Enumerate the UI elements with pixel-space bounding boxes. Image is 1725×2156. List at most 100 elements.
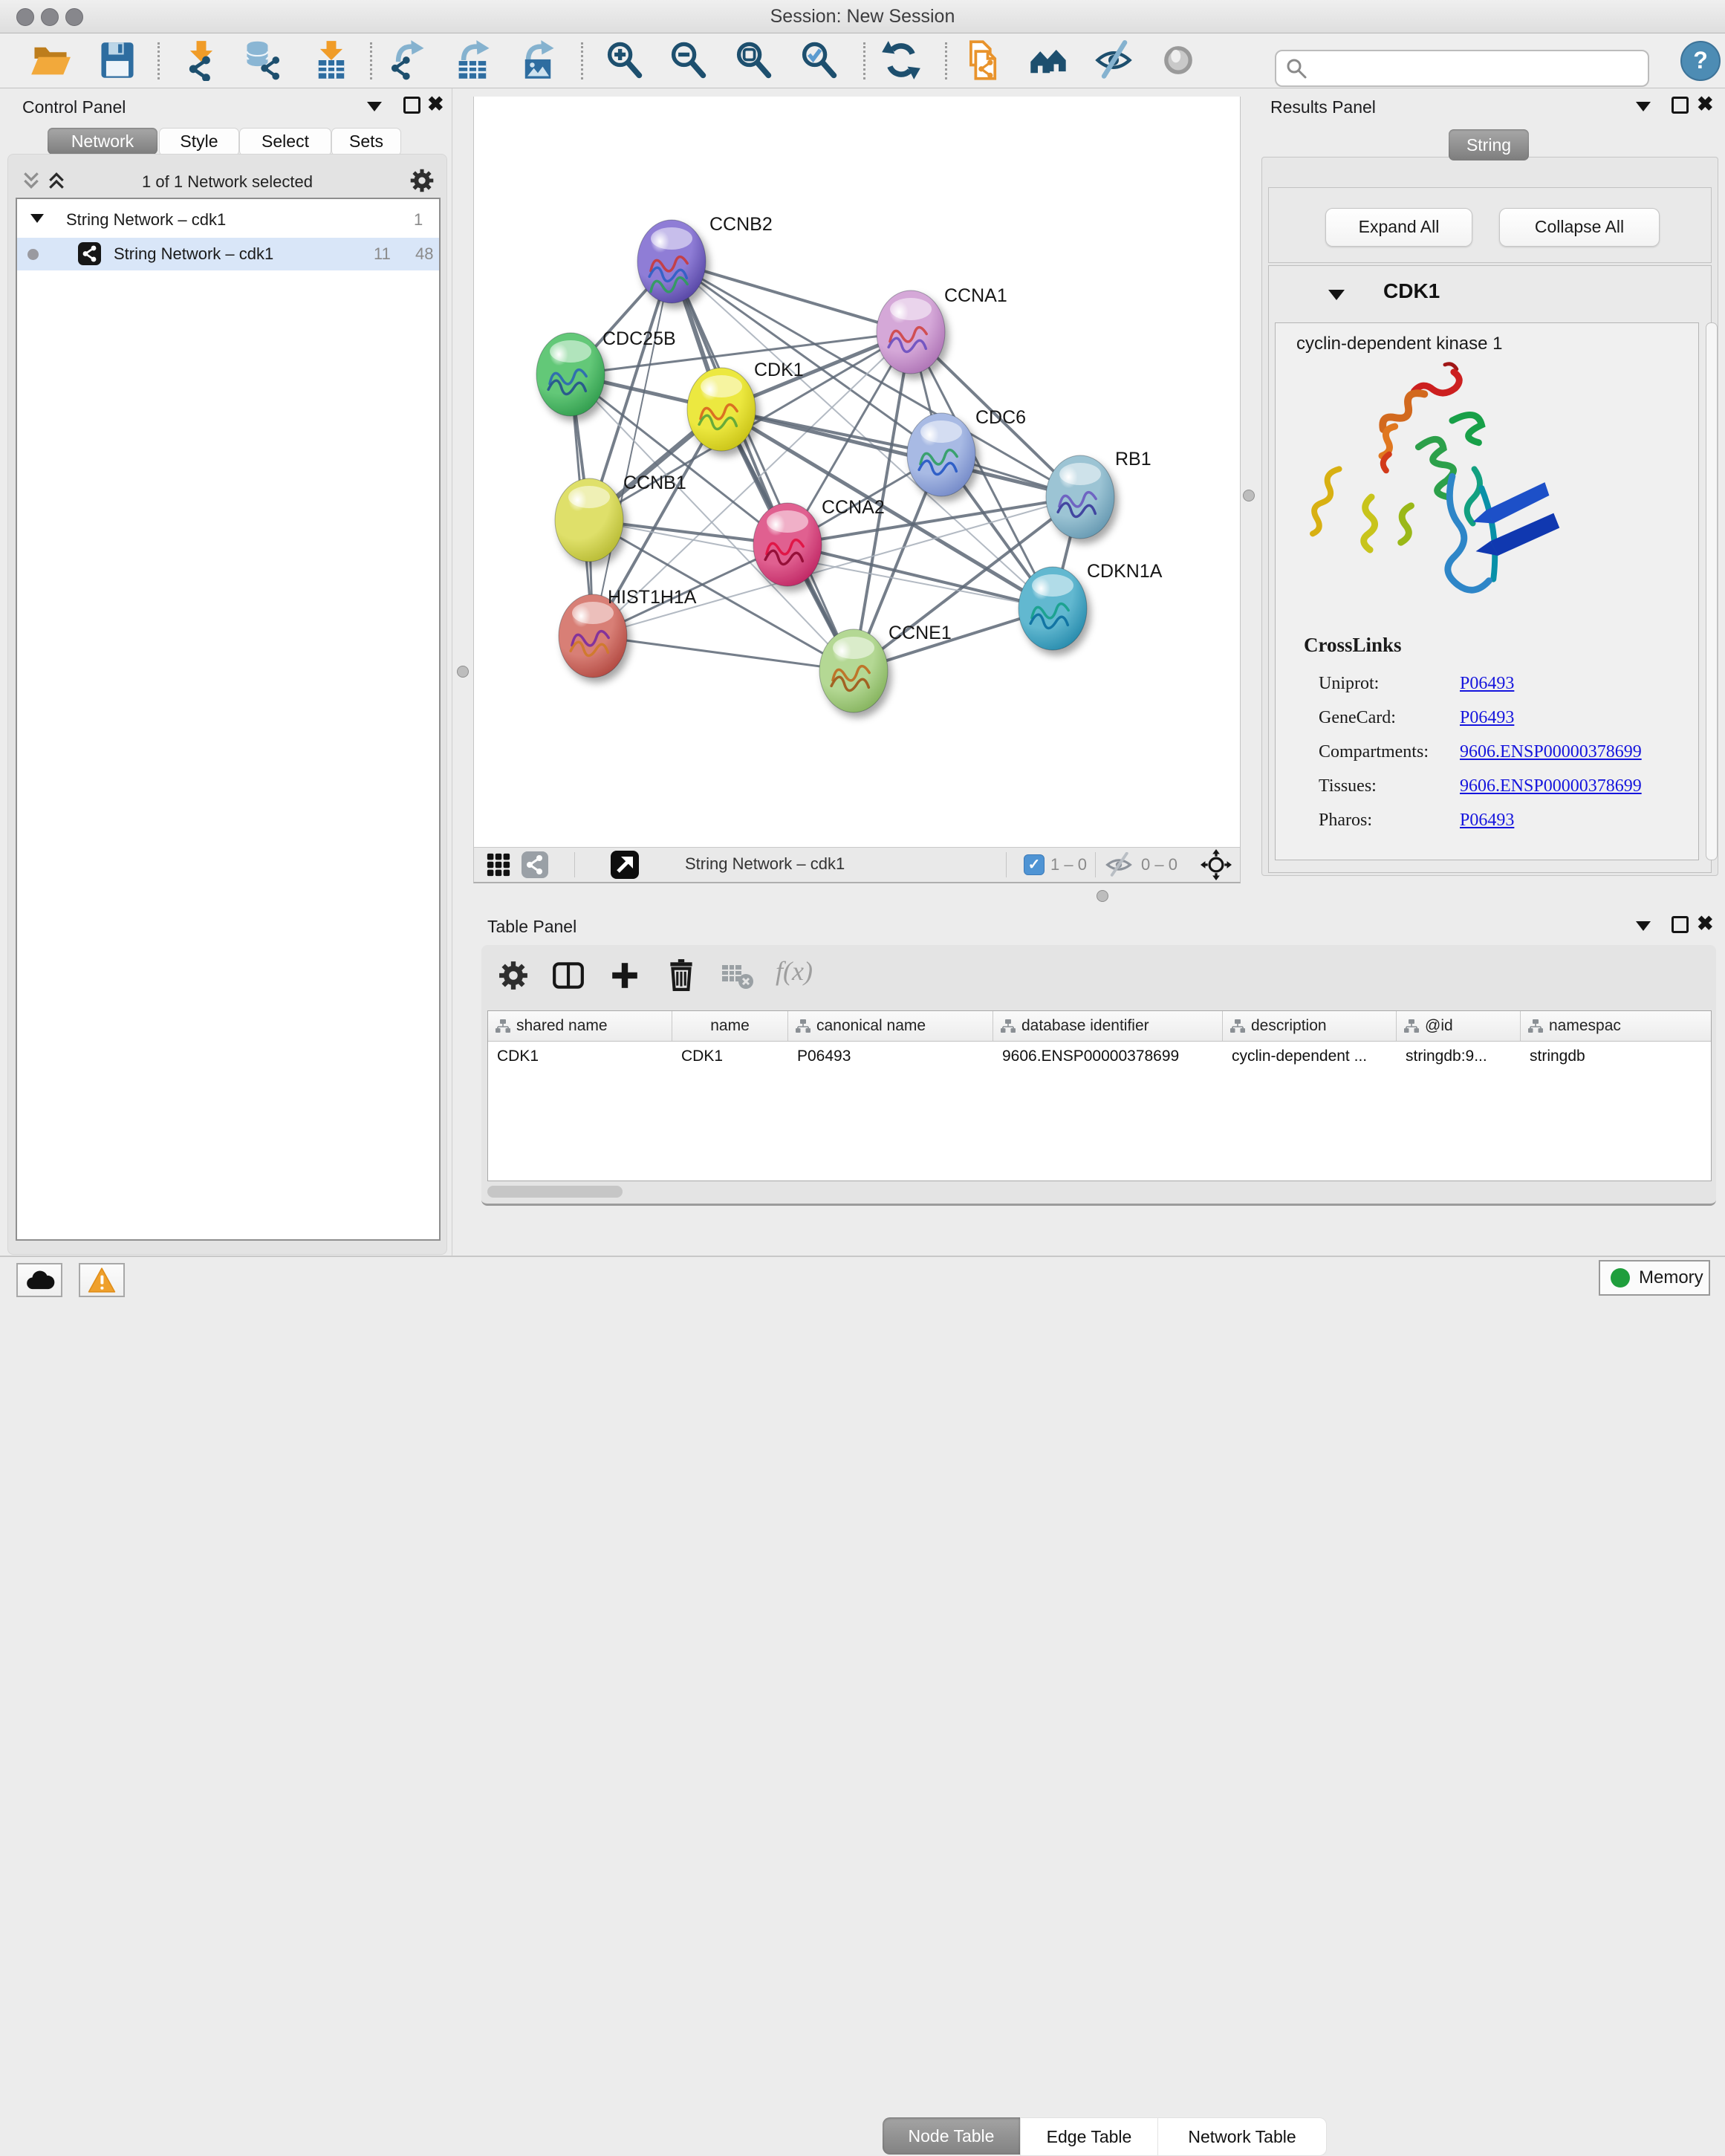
network-row-selected[interactable]: String Network – cdk1 11 48 [17, 238, 439, 270]
create-column-plus-icon[interactable] [609, 960, 640, 991]
export-image-icon[interactable] [517, 39, 559, 81]
crosslink-tissues-link[interactable]: 9606.ENSP00000378699 [1460, 776, 1642, 796]
network-edge-CCNB2-CCNA1[interactable] [672, 262, 911, 332]
cell-id[interactable]: stringdb:9... [1397, 1041, 1521, 1072]
show-columns-icon[interactable] [551, 958, 585, 993]
results-panel-float-icon[interactable] [1672, 97, 1689, 114]
table-options-gear-icon[interactable] [498, 960, 529, 991]
string-network-graph[interactable]: CCNB2CCNA1CDC25BCDK1CDC6RB1CCNB1CCNA2CDK… [474, 97, 1240, 847]
network-collection-row[interactable]: String Network – cdk1 1 [17, 205, 439, 238]
network-edge-CCNB2-CCNE1[interactable] [672, 262, 854, 671]
expand-all-button[interactable]: Expand All [1325, 208, 1472, 247]
selected-nodes-checkbox[interactable]: ✓ [1024, 854, 1045, 875]
tab-select[interactable]: Select [239, 128, 331, 156]
show-hidden-icon[interactable] [1157, 39, 1199, 81]
cell-namespace[interactable]: stringdb [1521, 1041, 1711, 1072]
memory-button[interactable]: Memory [1599, 1260, 1710, 1296]
network-node-CCNE1[interactable]: CCNE1 [819, 623, 952, 712]
column-header-database-identifier[interactable]: database identifier [993, 1011, 1223, 1041]
table-panel-collapse-icon[interactable] [1636, 921, 1651, 931]
view-grid-icon[interactable] [486, 852, 511, 877]
crosslink-uniprot-link[interactable]: P06493 [1460, 674, 1514, 693]
network-canvas[interactable]: CCNB2CCNA1CDC25BCDK1CDC6RB1CCNB1CCNA2CDK… [473, 97, 1241, 847]
column-header-canonical-name[interactable]: canonical name [788, 1011, 993, 1041]
left-splitter-handle[interactable] [457, 666, 469, 678]
network-list: String Network – cdk1 1 String Network –… [16, 198, 441, 1241]
string-document-icon[interactable] [961, 39, 1003, 81]
tab-network-table[interactable]: Network Table [1157, 2117, 1327, 2156]
apply-layout-icon[interactable] [880, 39, 922, 81]
zoom-in-icon[interactable] [603, 39, 645, 81]
cloud-button[interactable] [16, 1263, 62, 1297]
delete-column-trash-icon[interactable] [664, 958, 698, 992]
tab-style[interactable]: Style [159, 128, 239, 156]
network-node-CDC6[interactable]: CDC6 [907, 407, 1026, 496]
zoom-selected-icon[interactable] [798, 39, 839, 81]
horizontal-splitter-handle[interactable] [1097, 890, 1108, 902]
import-network-icon[interactable] [181, 39, 222, 81]
save-session-icon[interactable] [97, 39, 138, 81]
open-view-in-window-icon[interactable] [611, 851, 639, 879]
network-node-label: CDKN1A [1087, 561, 1163, 582]
column-header-namespace[interactable]: namespac [1521, 1011, 1711, 1041]
network-node-HIST1H1A[interactable]: HIST1H1A [559, 587, 697, 678]
help-icon[interactable]: ? [1680, 41, 1721, 81]
results-scrollbar[interactable] [1706, 322, 1718, 860]
table-row[interactable]: CDK1 CDK1 P06493 9606.ENSP00000378699 cy… [488, 1041, 1711, 1072]
tab-network[interactable]: Network [48, 128, 157, 155]
network-edge-CDK1-RB1[interactable] [721, 409, 1080, 497]
cell-database-identifier[interactable]: 9606.ENSP00000378699 [993, 1041, 1223, 1072]
results-panel-collapse-icon[interactable] [1636, 102, 1651, 111]
network-node-CCNB2[interactable]: CCNB2 [637, 214, 773, 303]
network-node-CCNB1[interactable]: CCNB1 [555, 473, 686, 562]
column-header-id[interactable]: @id [1397, 1011, 1521, 1041]
warning-button[interactable] [79, 1263, 125, 1297]
cell-shared-name[interactable]: CDK1 [488, 1041, 672, 1072]
cell-name[interactable]: CDK1 [672, 1041, 788, 1072]
gene-section-expander-icon[interactable] [1328, 290, 1345, 300]
tab-node-table[interactable]: Node Table [883, 2117, 1020, 2155]
cell-description[interactable]: cyclin-dependent ... [1223, 1041, 1397, 1072]
control-panel-float-icon[interactable] [403, 97, 420, 114]
control-panel-collapse-icon[interactable] [367, 102, 382, 111]
table-panel-float-icon[interactable] [1672, 916, 1689, 933]
home-networks-icon[interactable] [1027, 39, 1069, 81]
tab-edge-table[interactable]: Edge Table [1020, 2117, 1158, 2156]
zoom-fit-icon[interactable] [732, 39, 774, 81]
column-header-shared-name[interactable]: shared name [488, 1011, 672, 1041]
import-table-icon[interactable] [311, 39, 352, 81]
crosslink-pharos-link[interactable]: P06493 [1460, 811, 1514, 830]
export-table-icon[interactable] [452, 39, 494, 81]
column-type-icon [1404, 1019, 1419, 1033]
tree-expander-icon[interactable] [30, 214, 44, 223]
search-input[interactable] [1315, 54, 1637, 81]
hide-unhide-icon[interactable] [1093, 39, 1134, 81]
network-edge-CCNB2-HIST1H1A[interactable] [593, 262, 672, 636]
column-header-description[interactable]: description [1223, 1011, 1397, 1041]
results-tab-string[interactable]: String [1449, 129, 1529, 160]
column-header-name[interactable]: name [672, 1011, 788, 1041]
open-session-icon[interactable] [30, 39, 71, 81]
control-panel-close-icon[interactable]: ✖ [427, 96, 444, 112]
collapse-all-button[interactable]: Collapse All [1499, 208, 1660, 247]
view-network-icon[interactable] [522, 851, 548, 878]
table-panel-close-icon[interactable]: ✖ [1697, 915, 1714, 932]
tab-sets[interactable]: Sets [331, 128, 401, 156]
birdseye-crosshair-icon[interactable] [1201, 849, 1232, 880]
results-panel-close-icon[interactable]: ✖ [1697, 96, 1714, 112]
network-edge-HIST1H1A-CCNE1[interactable] [593, 636, 854, 671]
network-node-CDKN1A[interactable]: CDKN1A [1019, 561, 1163, 650]
right-splitter-handle[interactable] [1243, 490, 1255, 501]
table-horizontal-scrollbar[interactable] [487, 1186, 623, 1198]
export-network-icon[interactable] [387, 39, 429, 81]
import-network-from-database-icon[interactable] [242, 39, 284, 81]
crosslink-genecard-link[interactable]: P06493 [1460, 708, 1514, 727]
crosslink-compartments-link[interactable]: 9606.ENSP00000378699 [1460, 742, 1642, 762]
zoom-out-icon[interactable] [667, 39, 709, 81]
crosslink-label: GeneCard: [1319, 701, 1429, 735]
control-panel-title: Control Panel [22, 97, 126, 117]
network-options-gear-icon[interactable] [409, 168, 435, 193]
network-list-container: 1 of 1 Network selected String Network –… [7, 154, 447, 1255]
cell-canonical-name[interactable]: P06493 [788, 1041, 993, 1072]
network-node-RB1[interactable]: RB1 [1046, 449, 1151, 539]
